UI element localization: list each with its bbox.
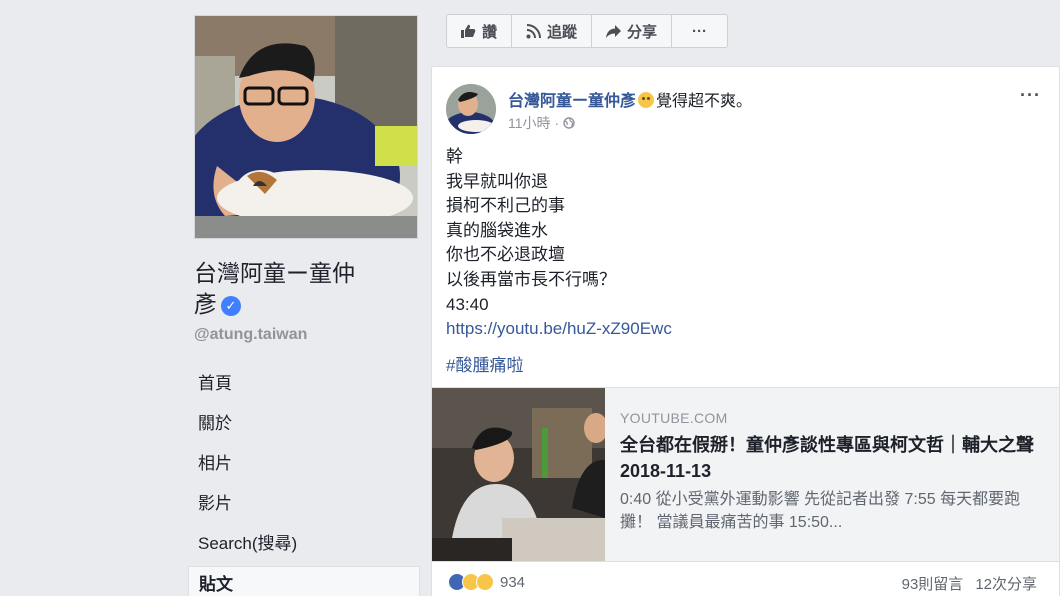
post-author-avatar[interactable]: [446, 84, 496, 134]
link-preview-source: YOUTUBE.COM: [620, 410, 728, 426]
rss-icon: [526, 23, 542, 38]
more-options-label: ···: [692, 22, 708, 40]
video-thumbnail-image: [432, 388, 605, 561]
share-arrow-icon: [606, 24, 622, 38]
post-line: 我早就叫你退: [446, 171, 548, 191]
share-page-button[interactable]: 分享: [592, 15, 673, 47]
post-line: 損柯不利己的事: [446, 196, 565, 216]
post-line: 幹: [446, 147, 463, 166]
post-card: 台灣阿童ー童仲彥 覺得超不爽。 11小時 · ··· 幹 我早就叫你退 損柯不利己…: [431, 66, 1060, 596]
nav-item-about[interactable]: 關於: [188, 406, 420, 446]
post-line: 43:40: [446, 294, 489, 314]
link-preview[interactable]: YOUTUBE.COM 全台都在假掰！童仲彥談性專區與柯文哲｜輔大之聲2018-…: [432, 387, 1059, 562]
page-title-line1: 台灣阿童ー童仲: [194, 260, 355, 286]
follow-page-button[interactable]: 追蹤: [512, 15, 593, 47]
sad-reaction-icon: [476, 573, 494, 591]
post-author-name[interactable]: 台灣阿童ー童仲彥: [508, 93, 636, 110]
post-options-button[interactable]: ···: [1020, 85, 1041, 106]
nav-item-search[interactable]: Search(搜尋): [188, 526, 420, 566]
page-title: 台灣阿童ー童仲 彥 ✓: [194, 258, 404, 320]
verified-badge-icon: ✓: [221, 296, 241, 316]
comment-count[interactable]: 93則留言: [902, 573, 964, 594]
avatar-image: [446, 84, 496, 134]
link-preview-thumbnail[interactable]: [432, 388, 605, 561]
page-title-line2: 彥: [194, 291, 217, 317]
angry-face-icon: [638, 92, 655, 108]
page-action-bar: 讚 追蹤 分享 ···: [446, 14, 729, 48]
link-preview-title[interactable]: 全台都在假掰！童仲彥談性專區與柯文哲｜輔大之聲2018-11-13: [620, 432, 1040, 484]
post-timestamp: 11小時 ·: [508, 113, 575, 133]
nav-item-posts[interactable]: 貼文: [188, 566, 420, 596]
page-handle[interactable]: @atung.taiwan: [194, 326, 307, 344]
page-nav: 首頁 關於 相片 影片 Search(搜尋) 貼文: [188, 366, 420, 596]
thumbs-up-icon: [461, 24, 476, 38]
profile-photo-image: [195, 16, 417, 238]
post-line: 以後再當市長不行嗎？: [446, 269, 616, 289]
post-time-text[interactable]: 11小時: [508, 113, 551, 133]
more-options-button[interactable]: ···: [672, 15, 727, 47]
nav-item-home[interactable]: 首頁: [188, 366, 420, 406]
nav-item-videos[interactable]: 影片: [188, 486, 420, 526]
post-text: 幹 我早就叫你退 損柯不利己的事 真的腦袋進水 你也不必退政壇 以後再當市長不行…: [446, 145, 1026, 342]
like-page-label: 讚: [482, 23, 498, 41]
like-page-button[interactable]: 讚: [447, 15, 513, 47]
post-link[interactable]: https://youtu.be/huZ-xZ90Ewc: [446, 317, 1026, 342]
follow-page-label: 追蹤: [547, 23, 578, 41]
share-page-label: 分享: [627, 23, 658, 41]
post-line: 真的腦袋進水: [446, 220, 548, 240]
nav-item-photos[interactable]: 相片: [188, 446, 420, 486]
post-header: 台灣阿童ー童仲彥 覺得超不爽。: [508, 87, 752, 111]
post-feeling: 覺得超不爽。: [656, 93, 753, 110]
post-stats: 93則留言 12次分享: [902, 573, 1037, 594]
reaction-summary[interactable]: 934: [448, 573, 525, 591]
post-time-separator: ·: [554, 115, 560, 131]
globe-icon[interactable]: [563, 117, 575, 129]
link-preview-description: 0:40 從小受黨外運動影響 先從記者出發 7:55 每天都要跑攤！ 當議員最痛…: [620, 491, 1021, 531]
post-hashtag[interactable]: #酸腫痛啦: [446, 351, 523, 376]
profile-photo[interactable]: [194, 15, 418, 239]
reaction-count: 934: [500, 573, 526, 591]
share-count[interactable]: 12次分享: [975, 573, 1037, 594]
post-line: 你也不必退政壇: [446, 245, 565, 265]
